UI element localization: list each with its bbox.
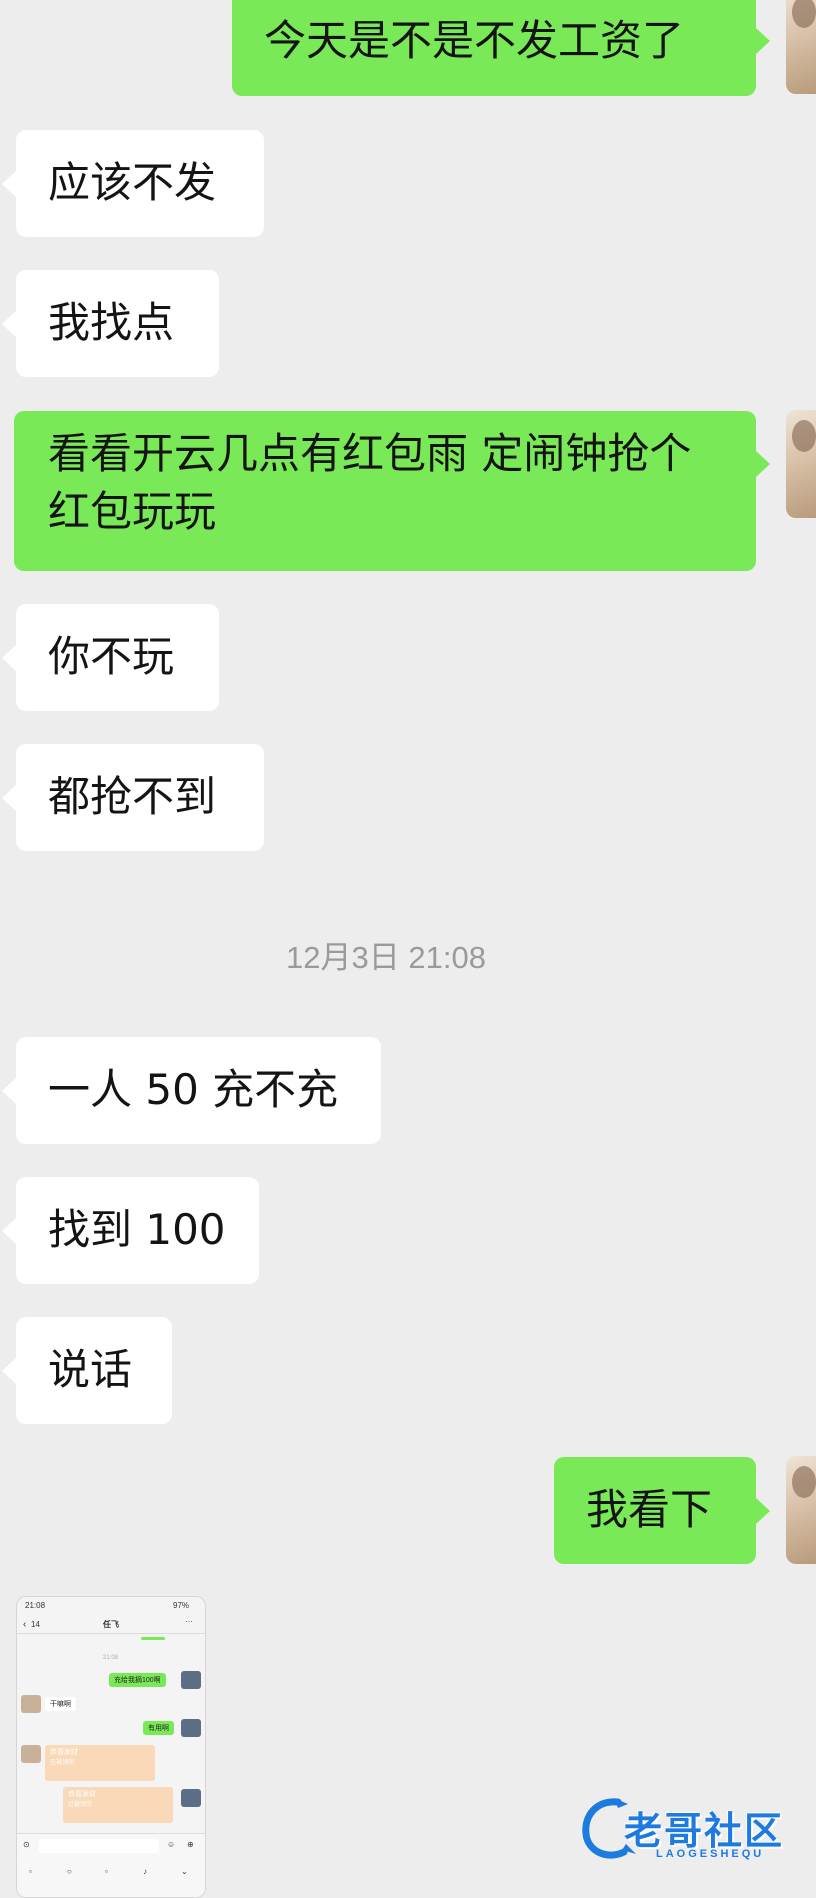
message-bubble-outgoing[interactable]: 今天是不是不发工资了	[232, 0, 770, 96]
my-avatar[interactable]	[786, 1456, 816, 1564]
image-message-thumbnail[interactable]: 21:08 97% ‹ 14 任飞 ··· 21:08 充给我摘100啊 干嘛啊…	[16, 1596, 206, 1898]
thumb-status-time: 21:08	[25, 1601, 46, 1610]
thumb-red-packet-label: 恭喜发财	[50, 1749, 78, 1756]
thumb-tool-icon: ⌄	[181, 1867, 188, 1876]
thumb-avatar	[181, 1719, 201, 1737]
message-text: 说话	[48, 1345, 133, 1394]
thumb-more-icon: ···	[185, 1617, 193, 1626]
thumb-red-packet-sub: 已被领完	[68, 1802, 93, 1808]
thumb-tool-icon: ○	[67, 1867, 72, 1876]
message-bubble-incoming[interactable]: 我找点	[2, 270, 219, 377]
message-text: 一人 50 充不充	[48, 1065, 339, 1114]
thumb-msg-out: 有用啊	[143, 1721, 174, 1735]
message-text: 你不玩	[48, 632, 175, 681]
message-bubble-outgoing[interactable]: 我看下	[554, 1457, 770, 1564]
thumb-contact-name: 任飞	[103, 1620, 119, 1629]
thumb-tool-icon: ♪	[143, 1867, 147, 1876]
chat-timestamp: 12月3日 21:08	[286, 940, 486, 975]
thumb-red-packet-label: 恭喜发财	[68, 1791, 96, 1798]
message-text: 我看下	[586, 1485, 713, 1534]
thumb-toolbar: ▫ ○ ▫ ♪ ⌄	[17, 1861, 205, 1897]
watermark-text: 老哥社区	[624, 1809, 785, 1853]
thumb-red-packet-sub: 已被领完	[50, 1760, 75, 1766]
message-text: 我找点	[48, 298, 175, 347]
thumb-back-icon: ‹	[23, 1619, 27, 1630]
thumb-avatar	[181, 1671, 201, 1689]
thumb-emoji-icon: ☺	[167, 1840, 176, 1849]
my-avatar[interactable]	[786, 0, 816, 94]
thumb-inner-time: 21:08	[103, 1655, 119, 1661]
thumb-plus-icon: ⊕	[187, 1840, 194, 1849]
thumb-avatar	[21, 1745, 41, 1763]
thumb-input-bar: ⊙ ☺ ⊕	[17, 1833, 205, 1860]
thumb-voice-icon: ⊙	[23, 1840, 30, 1849]
message-bubble-incoming[interactable]: 一人 50 充不充	[2, 1037, 381, 1144]
thumb-tool-icon: ▫	[29, 1867, 32, 1876]
watermark-subtext: LAOGESHEQU	[656, 1848, 765, 1860]
message-bubble-incoming[interactable]: 你不玩	[2, 604, 219, 711]
thumb-red-packet: 恭喜发财 已被领完	[63, 1787, 173, 1823]
message-text: 今天是不是不发工资了	[264, 16, 685, 65]
message-bubble-incoming[interactable]: 找到 100	[2, 1177, 259, 1284]
thumb-red-packet: 恭喜发财 已被领完	[45, 1745, 155, 1781]
thumb-msg-in: 干嘛啊	[45, 1697, 76, 1711]
thumb-tool-icon: ▫	[105, 1867, 108, 1876]
watermark-logo: 老哥社区 LAOGESHEQU	[578, 1790, 808, 1868]
thumb-avatar	[21, 1695, 41, 1713]
thumb-msg-out: 充给我摘100啊	[109, 1673, 166, 1687]
message-bubble-outgoing[interactable]: 看看开云几点有红包雨 定闹钟抢个红包玩玩	[14, 411, 770, 571]
thumb-back-count: 14	[31, 1620, 40, 1629]
thumb-avatar	[181, 1789, 201, 1807]
my-avatar[interactable]	[786, 410, 816, 518]
message-bubble-incoming[interactable]: 都抢不到	[2, 744, 264, 851]
message-text: 找到 100	[48, 1205, 226, 1254]
message-text: 应该不发	[48, 158, 217, 207]
message-bubble-incoming[interactable]: 应该不发	[2, 130, 264, 237]
thumb-battery: 97%	[173, 1601, 190, 1610]
message-text: 都抢不到	[48, 772, 217, 821]
message-text: 看看开云几点有红包雨 定闹钟抢个红包玩玩	[48, 429, 692, 536]
message-bubble-incoming[interactable]: 说话	[2, 1317, 172, 1424]
